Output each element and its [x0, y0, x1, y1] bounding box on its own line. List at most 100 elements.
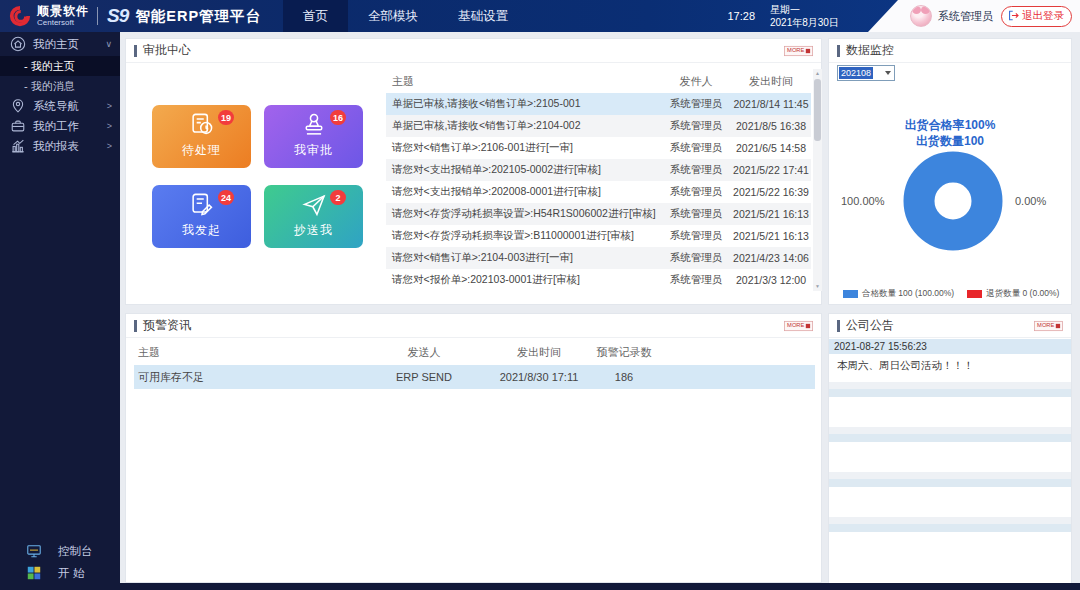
notice-item-time [829, 479, 1071, 487]
notice-list: 2021-08-27 15:56:23 本周六、周日公司活动！！！ [829, 339, 1071, 582]
brand-text: 顺景软件 Centersoft [37, 5, 89, 27]
notice-item-body [829, 442, 1071, 472]
more-label: MORE [787, 48, 804, 54]
cell-time: 2021/5/21 16:13 [731, 230, 811, 242]
cell-time: 2021/5/22 17:41 [731, 164, 811, 176]
nav-tab-all-modules[interactable]: 全部模块 [348, 0, 438, 32]
sidebar-item-system-nav[interactable]: 系统导航 > [0, 96, 120, 116]
paper-plane-icon [301, 192, 327, 218]
cell-time: 2021/4/23 14:06 [731, 252, 811, 264]
brand-name: 顺景软件 [37, 5, 89, 17]
table-row[interactable]: 请您对<销售订单>:2104-003进行[一审] 系统管理员 2021/4/23… [386, 247, 811, 269]
table-row[interactable]: 单据已审核,请接收<销售订单>:2105-001 系统管理员 2021/8/14… [386, 93, 811, 115]
sidebar-item-label: 我的工作 [33, 119, 79, 134]
table-row[interactable]: 请您对<存货浮动耗损率设置>:H54R1S006002进行[审核] 系统管理员 … [386, 203, 811, 225]
cell-sender: 系统管理员 [661, 251, 731, 265]
logout-button[interactable]: 退出登录 [1001, 6, 1072, 27]
approval-more-button[interactable]: MORE [784, 45, 813, 55]
table-row[interactable]: 请您对<销售订单>:2106-001进行[一审] 系统管理员 2021/6/5 … [386, 137, 811, 159]
stamp-icon [301, 112, 327, 138]
alerts-table: 主题 发送人 发出时间 预警记录数 可用库存不足 ERP SEND 2021/8… [134, 341, 815, 389]
alerts-panel: 预警资讯 MORE 主题 发送人 发出时间 预警记录数 可用库存不足 ERP S… [125, 313, 822, 583]
start-button[interactable]: 开 始 [0, 562, 120, 584]
table-row[interactable]: 请您对<支出报销单>:202008-0001进行[审核] 系统管理员 2021/… [386, 181, 811, 203]
col-time: 发出时间 [489, 345, 589, 360]
cell-sender: 系统管理员 [661, 207, 731, 221]
col-subject: 主题 [386, 74, 661, 89]
sidebar: 我的主页 ∨ - 我的主页 - 我的消息 系统导航 > 我的工作 > [0, 32, 120, 590]
tile-label: 我发起 [152, 222, 251, 239]
header-right: 17:28 星期一 2021年8月30日 系统管理员 退出登录 [727, 0, 1080, 32]
nav-tab-home[interactable]: 首页 [283, 0, 348, 32]
donut-left-label: 100.00% [841, 195, 884, 207]
notice-panel: 公司公告 MORE 2021-08-27 15:56:23 本周六、周日公司活动… [828, 313, 1072, 583]
briefcase-icon [10, 118, 26, 134]
alerts-more-button[interactable]: MORE [784, 320, 813, 330]
col-sender: 发送人 [359, 345, 489, 360]
document-pencil-icon [189, 192, 215, 218]
notice-item-time[interactable]: 2021-08-27 15:56:23 [829, 339, 1071, 354]
tile-cc-me[interactable]: 2 抄送我 [264, 185, 363, 248]
chevron-right-icon: > [107, 121, 112, 131]
cell-subject: 请您对<支出报销单>:202008-0001进行[审核] [386, 185, 661, 199]
cell-time: 2021/8/14 11:45 [731, 98, 811, 110]
cc-me-count-badge: 2 [330, 190, 346, 205]
table-scrollbar[interactable]: ▲ ▼ [813, 69, 822, 291]
monitor-panel-title: 数据监控 [829, 39, 1071, 63]
notice-more-button[interactable]: MORE [1034, 320, 1063, 330]
nav-tab-basic-settings[interactable]: 基础设置 [438, 0, 528, 32]
date-box: 星期一 2021年8月30日 [770, 3, 862, 30]
notice-item-time [829, 389, 1071, 397]
cell-time: 2021/6/5 14:58 [731, 142, 811, 154]
tile-my-approvals[interactable]: 16 我审批 [264, 105, 363, 168]
more-icon [806, 323, 810, 327]
legend-swatch-blue [843, 290, 858, 298]
sidebar-item-my-reports[interactable]: 我的报表 > [0, 136, 120, 156]
sidebar-item-my-messages[interactable]: - 我的消息 [0, 76, 120, 96]
chart-legend: 合格数量 100 (100.00%) 退货数量 0 (0.00%) [843, 288, 1059, 300]
notice-item-body[interactable]: 本周六、周日公司活动！！！ [829, 354, 1071, 382]
tile-pending[interactable]: 19 待处理 [152, 105, 251, 168]
table-row[interactable]: 请您对<报价单>:202103-0001进行[审核] 系统管理员 2021/3/… [386, 269, 811, 291]
top-header: 顺景软件 Centersoft S9 智能ERP管理平台 首页 全部模块 基础设… [0, 0, 1080, 32]
avatar[interactable] [910, 5, 932, 27]
table-row[interactable]: 请您对<支出报销单>:202105-0002进行[审核] 系统管理员 2021/… [386, 159, 811, 181]
more-label: MORE [787, 323, 804, 329]
sidebar-item-my-home-child[interactable]: - 我的主页 [0, 56, 120, 76]
chevron-down-icon: ∨ [105, 39, 112, 49]
notice-item-time [829, 434, 1071, 442]
scroll-up-arrow[interactable]: ▲ [813, 69, 822, 78]
weekday: 星期一 [770, 3, 862, 17]
approval-table: 主题 发件人 发出时间 单据已审核,请接收<销售订单>:2105-001 系统管… [386, 69, 811, 291]
sidebar-item-my-work[interactable]: 我的工作 > [0, 116, 120, 136]
sidebar-item-my-home[interactable]: 我的主页 ∨ [0, 32, 120, 56]
panel-title-text: 数据监控 [846, 42, 894, 59]
cell-time: 2021/8/30 17:11 [489, 371, 589, 383]
brand: 顺景软件 Centersoft S9 智能ERP管理平台 [0, 4, 261, 28]
scroll-down-arrow[interactable]: ▼ [813, 282, 822, 291]
pass-rate-text: 出货合格率100% [829, 117, 1071, 134]
cell-count: 186 [589, 371, 659, 383]
title-accent-bar [837, 320, 840, 332]
table-row[interactable]: 可用库存不足 ERP SEND 2021/8/30 17:11 186 [134, 365, 815, 389]
cell-subject: 请您对<支出报销单>:202105-0002进行[审核] [386, 163, 661, 177]
console-button[interactable]: 控制台 [0, 540, 120, 562]
start-label: 开 始 [58, 566, 84, 581]
pending-count-badge: 19 [218, 110, 234, 125]
donut-right-label: 0.00% [1015, 195, 1046, 207]
legend-item-pass: 合格数量 100 (100.00%) [843, 288, 954, 300]
table-row[interactable]: 请您对<存货浮动耗损率设置>:B11000001进行[审核] 系统管理员 202… [386, 225, 811, 247]
console-label: 控制台 [58, 544, 93, 559]
legend-item-return: 退货数量 0 (0.00%) [967, 288, 1059, 300]
scroll-thumb[interactable] [814, 79, 821, 141]
tile-my-initiated[interactable]: 24 我发起 [152, 185, 251, 248]
my-approvals-count-badge: 16 [330, 110, 346, 125]
notice-item-body [829, 397, 1071, 427]
table-row[interactable]: 单据已审核,请接收<销售订单>:2104-002 系统管理员 2021/8/5 … [386, 115, 811, 137]
notice-item-body [829, 532, 1071, 590]
legend-label: 合格数量 100 (100.00%) [862, 288, 954, 300]
title-accent-bar [134, 45, 137, 57]
chevron-right-icon: > [107, 141, 112, 151]
data-monitor-panel: 数据监控 202108 出货合格率100% 出货数量100 100.00% 0.… [828, 38, 1072, 305]
period-select[interactable]: 202108 [837, 65, 895, 81]
